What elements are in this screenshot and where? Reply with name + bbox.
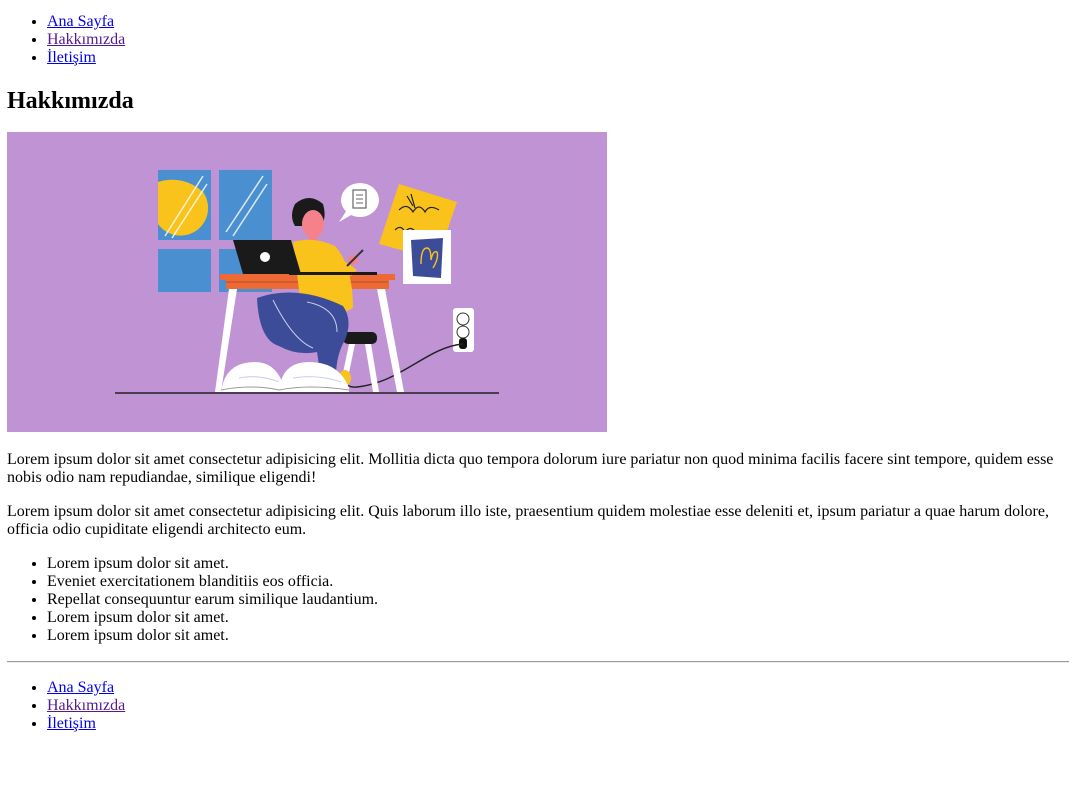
nav-item-home: Ana Sayfa: [47, 13, 1069, 31]
hero-illustration: [7, 132, 607, 432]
list-item: Lorem ipsum dolor sit amet.: [47, 627, 1069, 645]
nav-item-contact: İletişim: [47, 49, 1069, 67]
framed-picture-illustration: [403, 230, 451, 284]
paragraph-2: Lorem ipsum dolor sit amet consectetur a…: [7, 503, 1049, 538]
footer-divider: [7, 661, 1069, 663]
footer-link-home[interactable]: Ana Sayfa: [47, 679, 114, 696]
nav-link-contact[interactable]: İletişim: [47, 49, 96, 66]
footer-nav-item-contact: İletişim: [47, 715, 1069, 733]
nav-link-home[interactable]: Ana Sayfa: [47, 13, 114, 30]
bullet-list: Lorem ipsum dolor sit amet. Eveniet exer…: [7, 555, 1069, 645]
page-title: Hakkımızda: [7, 88, 134, 114]
paragraph-1: Lorem ipsum dolor sit amet consectetur a…: [7, 451, 1054, 486]
nav-link-about[interactable]: Hakkımızda: [47, 31, 125, 48]
footer-nav-item-home: Ana Sayfa: [47, 679, 1069, 697]
list-item: Lorem ipsum dolor sit amet.: [47, 609, 1069, 627]
list-item: Eveniet exercitationem blanditiis eos of…: [47, 573, 1069, 591]
page: Ana Sayfa Hakkımızda İletişim Hakkımızda: [0, 13, 1077, 733]
nav-item-about: Hakkımızda: [47, 31, 1069, 49]
footer-link-about[interactable]: Hakkımızda: [47, 697, 125, 714]
header-nav: Ana Sayfa Hakkımızda İletişim: [7, 13, 1069, 67]
list-item: Repellat consequuntur earum similique la…: [47, 591, 1069, 609]
footer-nav-item-about: Hakkımızda: [47, 697, 1069, 715]
list-item: Lorem ipsum dolor sit amet.: [47, 555, 1069, 573]
footer-link-contact[interactable]: İletişim: [47, 715, 96, 732]
footer-nav: Ana Sayfa Hakkımızda İletişim: [7, 679, 1069, 733]
